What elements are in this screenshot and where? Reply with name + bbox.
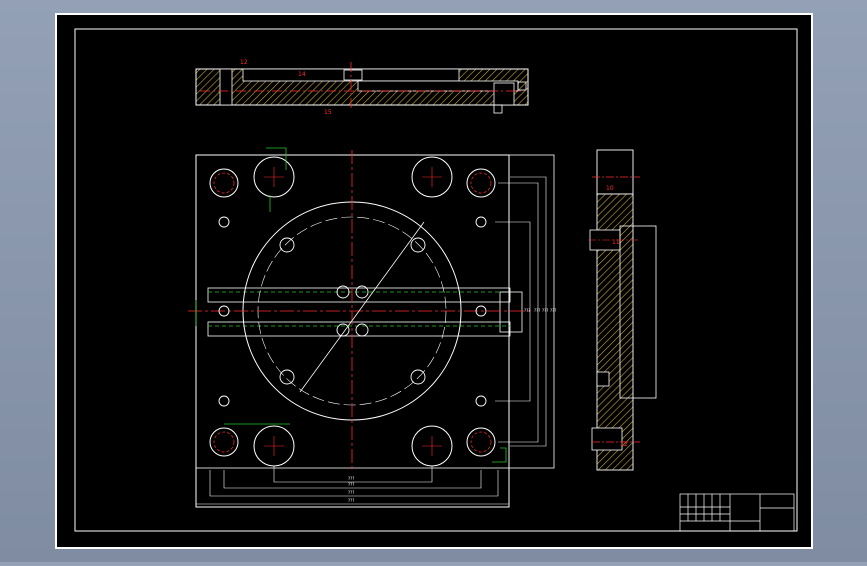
dim-label: ??? (348, 482, 354, 487)
dim-label: ??? (348, 476, 354, 481)
dim-label: ??? (550, 308, 556, 313)
callout-label: 12 (620, 441, 628, 448)
dim-label: ??? (534, 308, 540, 313)
dim-label: ??? (542, 308, 548, 313)
dim-label: ??? (348, 498, 354, 503)
callout-label: 10 (606, 185, 614, 192)
drawing-canvas: 12 14 15 ??? ??? ??? ??? ??? ??? ??? ???… (55, 13, 813, 549)
dim-label: ??? (348, 490, 354, 495)
callout-label: 12 (240, 59, 248, 66)
dim-label: ??? (524, 308, 530, 313)
callout-label: 15 (324, 109, 332, 116)
cad-viewport[interactable]: 12 14 15 ??? ??? ??? ??? ??? ??? ??? ???… (0, 0, 867, 562)
callout-label: 14 (298, 71, 306, 78)
callout-label: 11 (612, 239, 620, 246)
